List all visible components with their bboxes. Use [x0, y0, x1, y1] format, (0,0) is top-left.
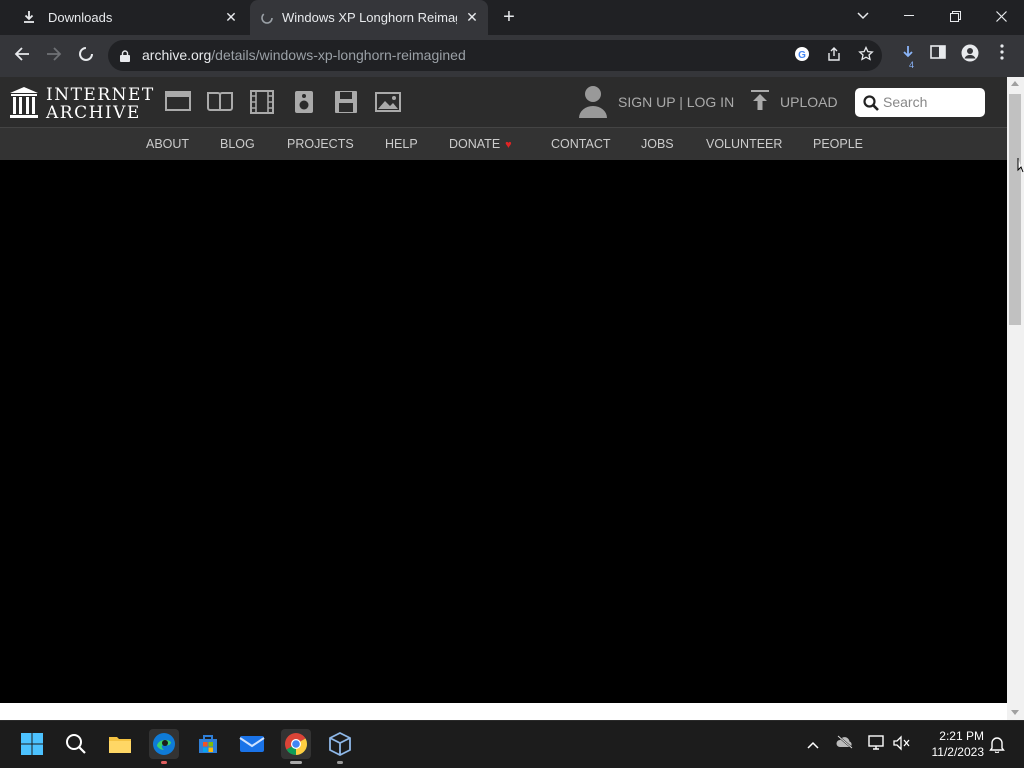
- system-clock[interactable]: 2:21 PM 11/2/2023: [922, 728, 985, 760]
- browser-toolbar: archive.org/details/windows-xp-longhorn-…: [0, 35, 1024, 77]
- search-placeholder: Search: [883, 94, 928, 110]
- media-player-area[interactable]: [0, 160, 1007, 703]
- forward-button[interactable]: [42, 44, 66, 68]
- start-icon[interactable]: [17, 729, 47, 759]
- upload-icon[interactable]: [750, 89, 772, 113]
- tab-title: Downloads: [48, 10, 113, 25]
- show-hidden-icons-icon[interactable]: [803, 735, 823, 755]
- video-icon[interactable]: [249, 90, 275, 114]
- page-body-strip: [0, 703, 1007, 720]
- mouse-cursor-icon: [1017, 158, 1024, 173]
- svg-text:G: G: [798, 50, 806, 61]
- loading-icon: [260, 11, 274, 25]
- virtualbox-icon[interactable]: [325, 729, 355, 764]
- bookmark-star-icon[interactable]: [856, 45, 876, 66]
- store-icon[interactable]: [193, 729, 223, 759]
- nav-help[interactable]: HELP: [385, 137, 418, 151]
- logo-text-archive: ARCHIVE: [46, 103, 141, 123]
- chrome-icon[interactable]: [281, 729, 311, 764]
- scroll-down-arrow-icon[interactable]: [1011, 710, 1019, 715]
- upload-link[interactable]: UPLOAD: [780, 94, 838, 110]
- nav-about[interactable]: ABOUT: [146, 137, 189, 151]
- app-running-indicator: [161, 761, 167, 764]
- search-icon: [863, 95, 879, 111]
- archive-building-icon: [10, 87, 38, 118]
- logo-text-internet: INTERNET: [46, 85, 155, 105]
- file-explorer-icon[interactable]: [105, 729, 135, 759]
- ia-header: INTERNET ARCHIVE SIGN UP | LOG IN UPLOAD…: [0, 77, 1007, 127]
- web-icon[interactable]: [165, 90, 191, 114]
- images-icon[interactable]: [375, 90, 401, 114]
- ia-logo[interactable]: INTERNET ARCHIVE: [10, 85, 153, 123]
- app-active-indicator: [290, 761, 302, 764]
- signup-login-link[interactable]: SIGN UP | LOG IN: [618, 94, 734, 110]
- downloads-icon[interactable]: 4: [896, 44, 920, 70]
- edge-icon[interactable]: [149, 729, 179, 764]
- new-tab-button[interactable]: +: [498, 6, 520, 28]
- restore-button[interactable]: [932, 0, 978, 32]
- download-count: 4: [909, 60, 915, 70]
- close-tab-icon[interactable]: ✕: [464, 9, 480, 25]
- url-host: archive.org: [142, 47, 212, 63]
- nav-people[interactable]: PEOPLE: [813, 137, 863, 151]
- notifications-icon[interactable]: [987, 735, 1007, 755]
- google-lens-icon[interactable]: G: [792, 46, 812, 66]
- lock-icon[interactable]: [120, 49, 130, 62]
- tab-strip: Downloads ✕ Windows XP Longhorn Reimagin…: [0, 0, 1024, 35]
- clock-time: 2:21 PM: [939, 729, 984, 743]
- texts-icon[interactable]: [207, 90, 233, 114]
- user-avatar-icon[interactable]: [578, 85, 608, 119]
- tab-search-icon[interactable]: [840, 0, 886, 32]
- heart-icon: ♥: [505, 139, 512, 151]
- network-icon[interactable]: [867, 735, 887, 755]
- clock-date: 11/2/2023: [931, 745, 985, 759]
- back-button[interactable]: [10, 44, 34, 68]
- address-bar[interactable]: archive.org/details/windows-xp-longhorn-…: [108, 40, 882, 71]
- search-icon[interactable]: [61, 729, 91, 759]
- scroll-thumb[interactable]: [1009, 94, 1021, 325]
- nav-volunteer[interactable]: VOLUNTEER: [706, 137, 782, 151]
- nav-contact[interactable]: CONTACT: [551, 137, 611, 151]
- taskbar: 2:21 PM 11/2/2023: [0, 720, 1024, 768]
- page-scrollbar[interactable]: [1007, 77, 1024, 720]
- tab-downloads[interactable]: Downloads ✕: [12, 0, 247, 35]
- nav-projects[interactable]: PROJECTS: [287, 137, 354, 151]
- tab-archive[interactable]: Windows XP Longhorn Reimagin ✕: [250, 0, 488, 35]
- url-text: archive.org/details/windows-xp-longhorn-…: [142, 47, 466, 63]
- ia-nav-menu: ABOUT BLOG PROJECTS HELP DONATE ♥ CONTACT…: [0, 127, 1007, 160]
- share-icon[interactable]: [824, 46, 844, 66]
- onedrive-icon[interactable]: [835, 735, 855, 755]
- nav-donate-label: DONATE: [449, 137, 501, 151]
- audio-icon[interactable]: [291, 90, 317, 114]
- nav-donate[interactable]: DONATE ♥: [449, 137, 512, 151]
- app-running-indicator: [337, 761, 343, 764]
- nav-blog[interactable]: BLOG: [220, 137, 255, 151]
- menu-icon[interactable]: [990, 44, 1014, 68]
- software-icon[interactable]: [333, 90, 359, 114]
- close-window-button[interactable]: [978, 0, 1024, 32]
- profile-icon[interactable]: [958, 44, 982, 68]
- download-icon: [22, 10, 38, 26]
- mail-icon[interactable]: [237, 729, 267, 759]
- minimize-button[interactable]: [886, 0, 932, 32]
- url-path: /details/windows-xp-longhorn-reimagined: [211, 47, 466, 63]
- volume-muted-icon[interactable]: [892, 735, 912, 755]
- side-panel-icon[interactable]: [926, 44, 950, 68]
- nav-jobs[interactable]: JOBS: [641, 137, 674, 151]
- close-tab-icon[interactable]: ✕: [223, 9, 239, 25]
- scroll-up-arrow-icon[interactable]: [1011, 81, 1019, 86]
- stop-loading-button[interactable]: [74, 44, 98, 68]
- tab-title: Windows XP Longhorn Reimagin: [282, 10, 457, 25]
- search-input[interactable]: Search: [855, 88, 985, 117]
